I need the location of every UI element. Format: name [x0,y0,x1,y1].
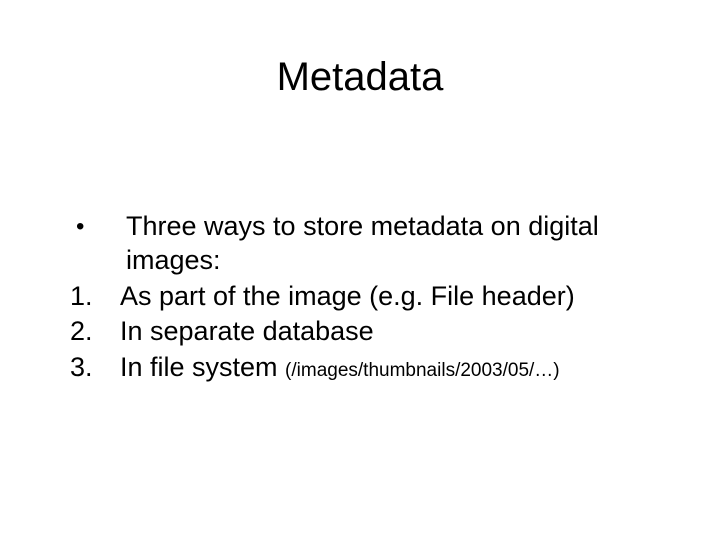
list-item: 3. In file system (/images/thumbnails/20… [70,351,670,385]
bullet-text: Three ways to store metadata on digital … [126,210,670,278]
list-item: 2. In separate database [70,315,670,349]
list-marker: 2. [70,315,120,349]
list-text: In separate database [120,315,670,349]
list-marker: 1. [70,280,120,314]
slide: Metadata • Three ways to store metadata … [0,55,720,540]
bullet-item: • Three ways to store metadata on digita… [70,210,670,278]
list-text-suffix: (/images/thumbnails/2003/05/…) [285,360,560,381]
list-text-main: In file system [120,352,285,382]
list-text: In file system (/images/thumbnails/2003/… [120,351,670,385]
bullet-marker: • [70,210,126,278]
slide-title: Metadata [0,55,720,100]
slide-content: • Three ways to store metadata on digita… [70,210,670,387]
list-item: 1. As part of the image (e.g. File heade… [70,280,670,314]
list-marker: 3. [70,351,120,385]
list-text: As part of the image (e.g. File header) [120,280,670,314]
